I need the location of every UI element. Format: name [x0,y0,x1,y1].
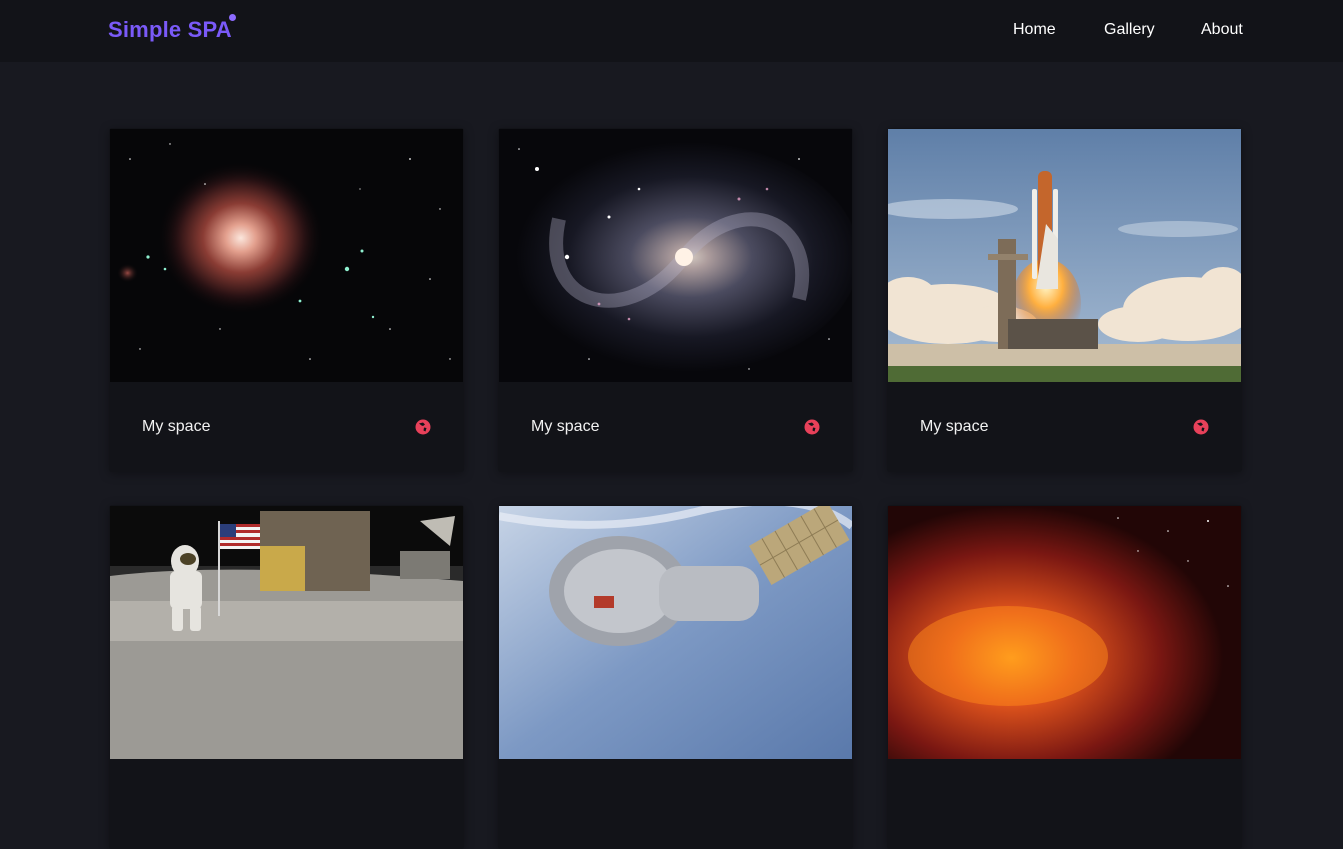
globe-icon[interactable] [415,419,431,435]
spiral-galaxy-image [499,129,852,382]
gallery-card[interactable] [109,505,464,849]
gallery-card[interactable]: My space [109,128,464,472]
spacecraft-orbit-image [499,506,852,759]
card-title: My space [920,418,989,435]
brand-logo[interactable]: Simple SPA [108,17,232,43]
brand-dot [229,14,236,21]
nav-gallery-link[interactable]: Gallery [1104,21,1155,39]
gallery-card[interactable]: My space [498,128,853,472]
nav-home-link[interactable]: Home [1013,21,1056,39]
card-image-spacecraft-orbit[interactable] [499,506,852,759]
red-nebula-image [888,506,1241,759]
card-title: My space [531,418,600,435]
card-image-spiral-galaxy[interactable] [499,129,852,382]
gallery-card[interactable]: My space [887,128,1242,472]
card-image-red-nebula[interactable] [888,506,1241,759]
nav-about-link[interactable]: About [1201,21,1243,39]
gallery-card[interactable] [887,505,1242,849]
card-image-moon-landing[interactable] [110,506,463,759]
shuttle-launch-image [888,129,1241,382]
orion-nebula-image [110,129,463,382]
globe-icon[interactable] [804,419,820,435]
card-title: My space [142,418,211,435]
gallery-card[interactable] [498,505,853,849]
card-image-orion-nebula[interactable] [110,129,463,382]
card-image-shuttle-launch[interactable] [888,129,1241,382]
moon-landing-image [110,506,463,759]
globe-icon[interactable] [1193,419,1209,435]
navbar: Simple SPA Home Gallery About [0,0,1343,62]
